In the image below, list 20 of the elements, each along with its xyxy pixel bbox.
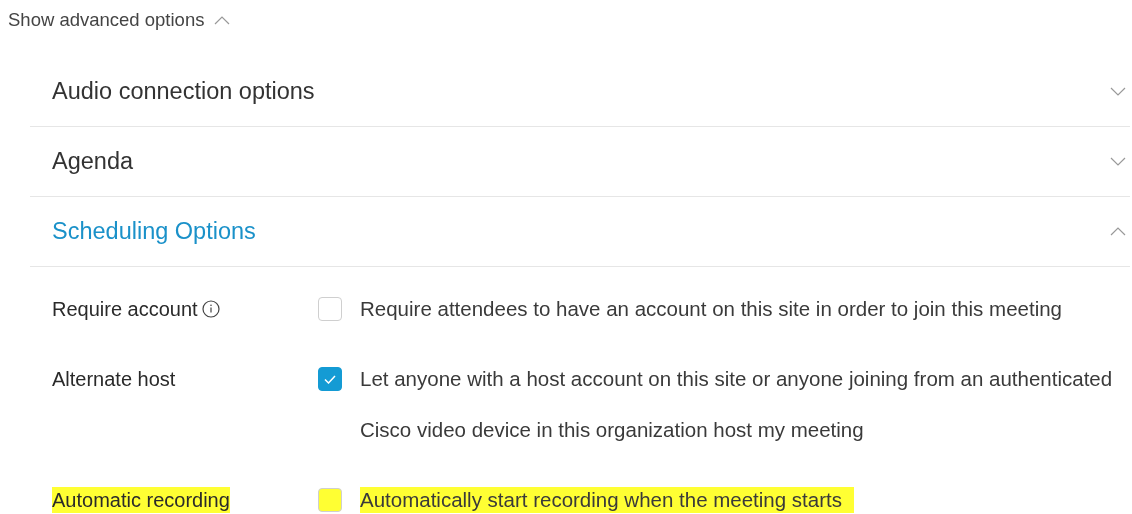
- checkbox[interactable]: [318, 297, 342, 321]
- option-label: Alternate host: [52, 367, 176, 392]
- chevron-icon[interactable]: [1110, 87, 1126, 96]
- option-description: Cisco video device in this organization host my meeting: [360, 417, 864, 443]
- section-title[interactable]: Audio connection options: [52, 78, 315, 105]
- chevron-icon[interactable]: [1110, 157, 1126, 166]
- chevron-icon[interactable]: [1110, 227, 1126, 236]
- section-title[interactable]: Scheduling Options: [52, 218, 256, 245]
- checkbox[interactable]: [318, 367, 342, 391]
- option-label: Automatic recording: [52, 487, 230, 513]
- option-description: Automatically start recording when the meeting starts: [360, 487, 854, 513]
- checkmark-icon: [324, 374, 336, 384]
- section-title[interactable]: Agenda: [52, 148, 134, 175]
- option-label: Require account: [52, 297, 198, 322]
- option-description: Require attendees to have an account on this site in order to join this meeting: [360, 296, 1062, 322]
- checkbox[interactable]: [318, 488, 342, 512]
- chevron-icon[interactable]: [214, 15, 231, 25]
- info-icon[interactable]: [201, 300, 220, 318]
- option-description: Let anyone with a host account on this site or anyone joining from an authenticated: [360, 366, 1113, 392]
- advanced-options-toggle[interactable]: Show advanced options: [8, 9, 231, 31]
